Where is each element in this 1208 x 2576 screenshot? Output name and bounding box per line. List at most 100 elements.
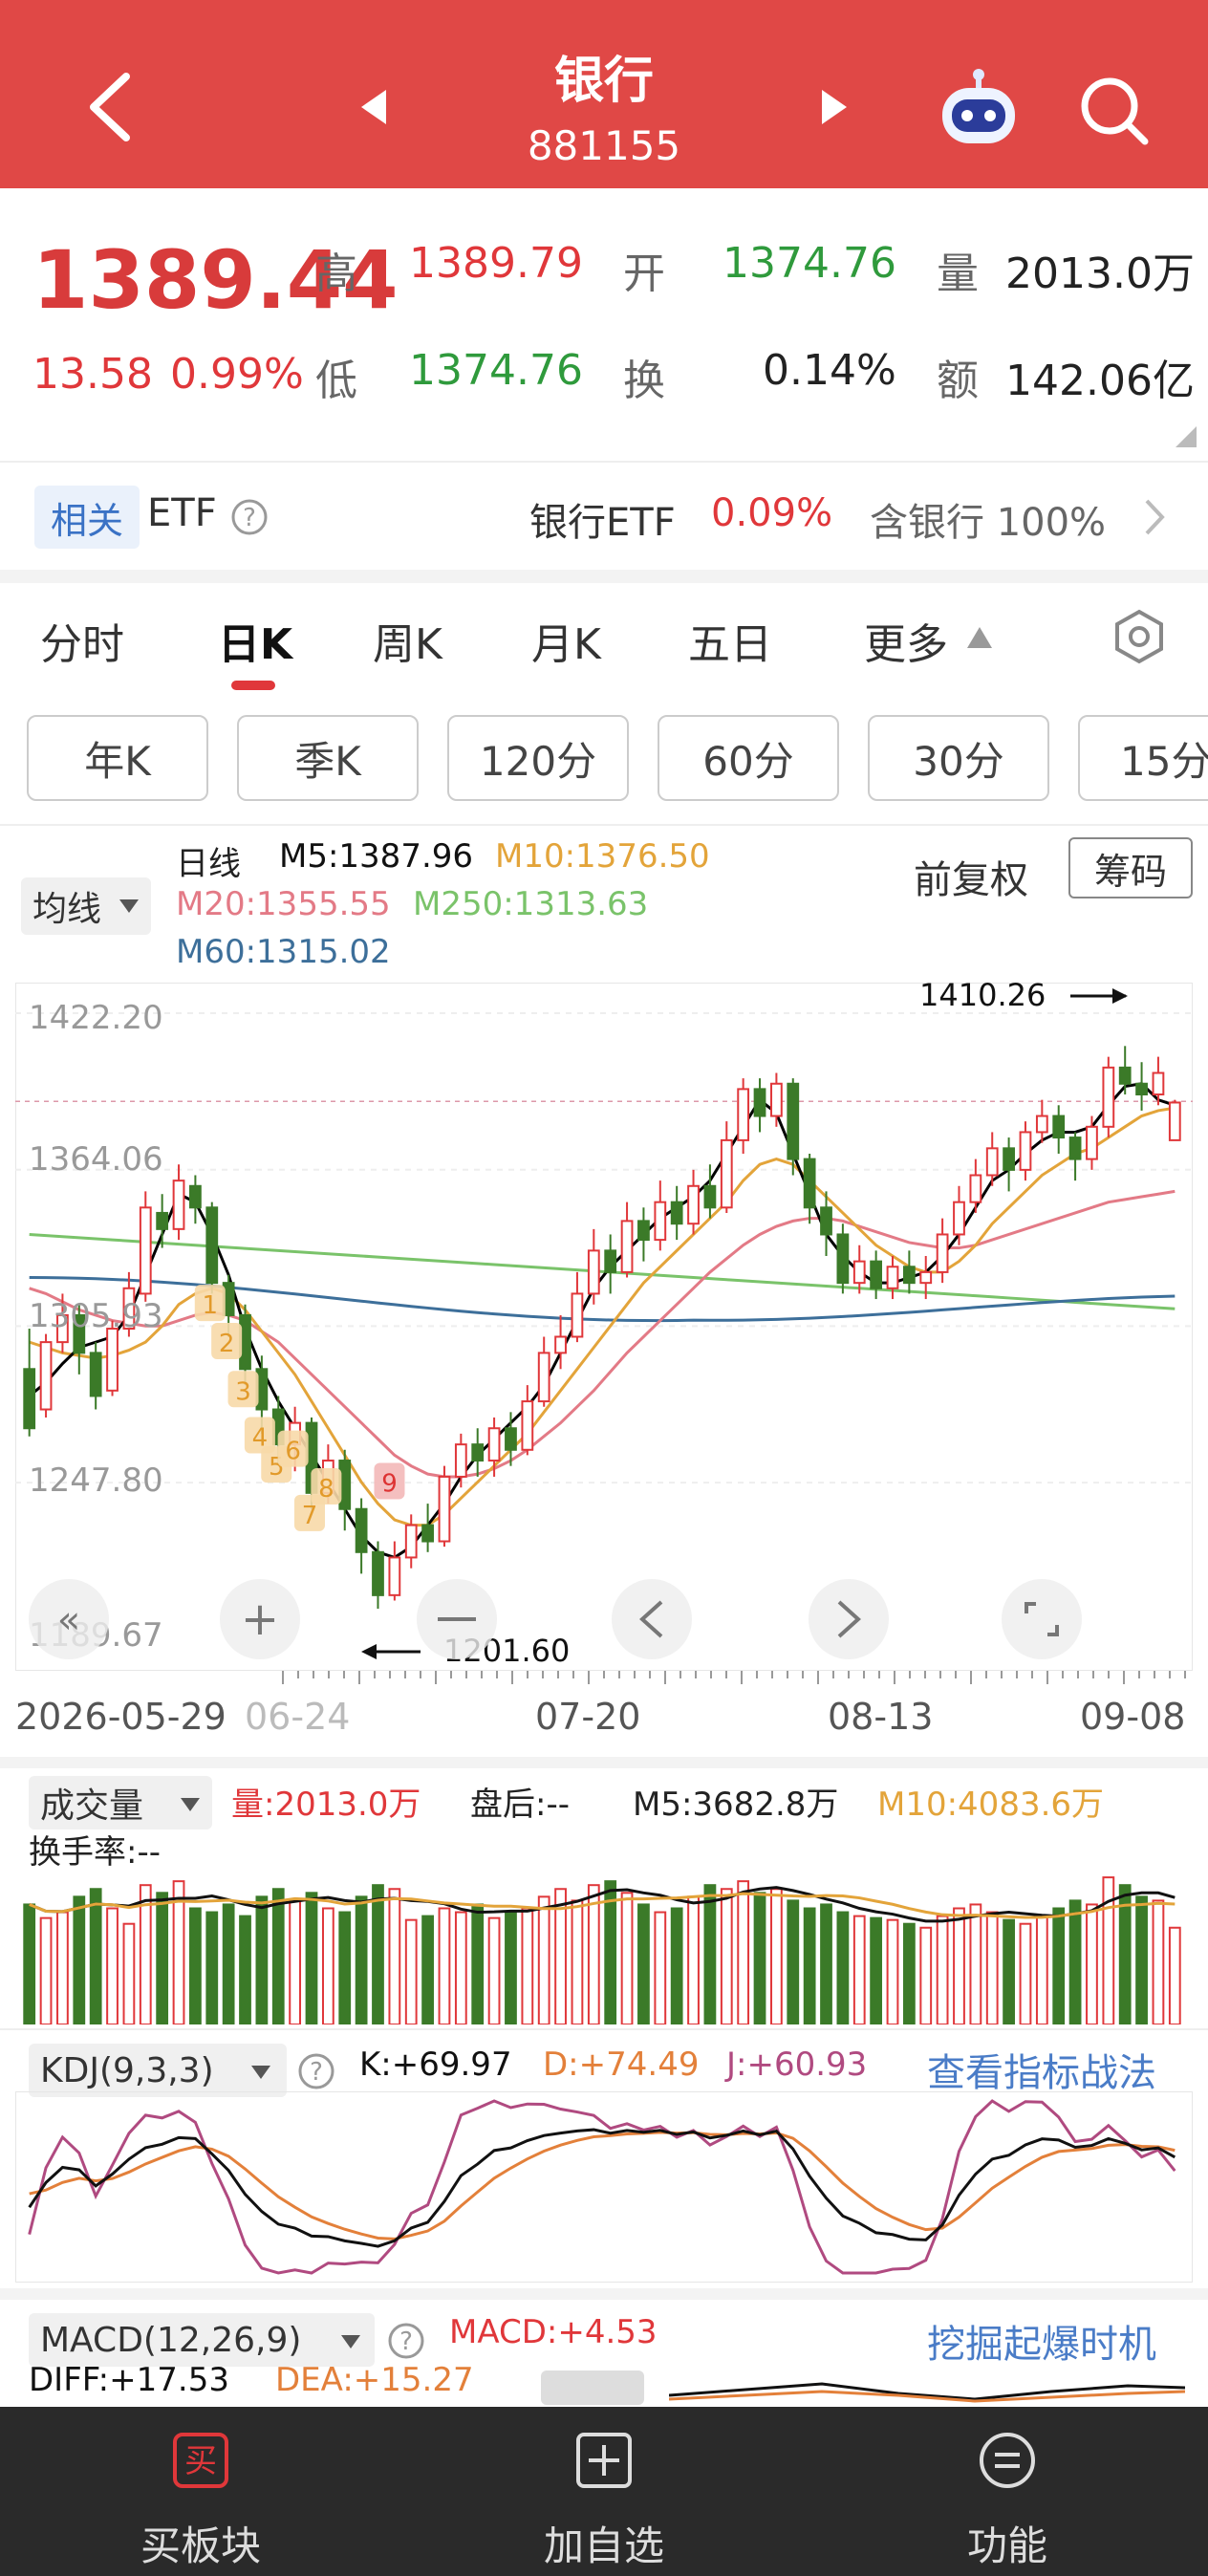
candle-body-32: [554, 1335, 567, 1354]
tab-monthly-k[interactable]: 月K: [531, 610, 601, 671]
nine-turn-signal-up: 9: [381, 1470, 398, 1499]
help-icon[interactable]: ?: [229, 497, 270, 537]
volume-bar-6: [122, 1922, 136, 2024]
volume-bar-59: [1003, 1918, 1015, 2024]
period-year-k[interactable]: 年K: [27, 715, 208, 801]
volume-bar-40: [687, 1895, 700, 2024]
volume-bar-23: [404, 1918, 418, 2024]
dropdown-icon: [251, 2066, 270, 2079]
menu-circle-icon: [980, 2433, 1035, 2488]
candle-body-64: [1086, 1125, 1098, 1160]
volume-bar-26: [454, 1911, 467, 2024]
chips-button[interactable]: 筹码: [1068, 837, 1193, 898]
related-tag: 相关: [34, 486, 140, 549]
kdj-k: K:+69.97: [359, 2046, 512, 2084]
tab-intraday[interactable]: 分时: [40, 610, 124, 671]
period-120min[interactable]: 120分: [447, 715, 629, 801]
tab-daily-k[interactable]: 日K: [218, 610, 292, 671]
candle-body-27: [471, 1443, 485, 1462]
volume-bar-25: [438, 1907, 451, 2024]
candle-body-57: [969, 1174, 982, 1203]
macd-explore-link[interactable]: 挖掘起爆时机: [927, 2313, 1156, 2369]
period-15min[interactable]: 15分: [1078, 715, 1208, 801]
volume-bar-3: [73, 1895, 86, 2024]
tab-weekly-k[interactable]: 周K: [373, 610, 442, 671]
candle-body-46: [787, 1082, 800, 1160]
zoom-out-button[interactable]: [417, 1579, 497, 1659]
volume-m5: M5:3682.8万: [633, 1786, 839, 1824]
nine-turn-signal-7: 7: [302, 1502, 318, 1530]
volume-bar-67: [1135, 1895, 1148, 2024]
volume-bar-45: [770, 1888, 783, 2024]
candle-body-1: [39, 1341, 53, 1411]
kdj-chart[interactable]: [15, 2091, 1193, 2283]
ma10-value: M10:1376.50: [495, 837, 710, 876]
candle-body-49: [836, 1233, 850, 1285]
volume-bar-20: [355, 1895, 368, 2024]
nine-turn-signal-6: 6: [285, 1438, 301, 1466]
settings-hex-icon[interactable]: [1111, 608, 1168, 665]
volume-bar-29: [505, 1911, 517, 2024]
kdj-strategy-link[interactable]: 查看指标战法: [927, 2042, 1156, 2097]
candle-body-35: [604, 1249, 617, 1273]
macd-selector[interactable]: MACD(12,26,9): [29, 2313, 375, 2367]
adjust-mode[interactable]: 前复权: [914, 849, 1028, 904]
period-60min[interactable]: 60分: [658, 715, 839, 801]
add-watchlist-button[interactable]: 加自选: [403, 2407, 805, 2576]
volume-bar-51: [870, 1916, 883, 2024]
volume-bar-37: [637, 1903, 650, 2024]
chevron-right-icon[interactable]: [1143, 497, 1166, 537]
min-arrowhead: [361, 1644, 377, 1659]
volume-bar-62: [1052, 1907, 1066, 2024]
functions-button[interactable]: 功能: [807, 2407, 1208, 2576]
candle-body-42: [720, 1138, 733, 1209]
candle-body-40: [687, 1184, 700, 1225]
etf-name[interactable]: 银行ETF: [529, 491, 676, 547]
prev-candle-button[interactable]: [612, 1579, 692, 1659]
next-candle-button[interactable]: [809, 1579, 889, 1659]
nine-turn-signal-1: 1: [202, 1291, 218, 1320]
period-quarter-k[interactable]: 季K: [237, 715, 419, 801]
volume-selector-label: 成交量: [40, 1786, 144, 1826]
kdj-selector[interactable]: KDJ(9,3,3): [29, 2044, 287, 2097]
tab-more[interactable]: 更多: [864, 610, 948, 671]
candle-body-68: [1152, 1072, 1165, 1096]
volume-bar-41: [703, 1884, 717, 2024]
high-label: 高: [315, 249, 357, 298]
tab-five-day[interactable]: 五日: [688, 610, 772, 671]
dropdown-icon: [181, 1798, 200, 1811]
kline-chart[interactable]: 12345678 9 1410.26 1201.60 1422.20 1364.0…: [15, 983, 1193, 1671]
zoom-in-button[interactable]: +: [220, 1579, 300, 1659]
volume-bar-1: [39, 1916, 53, 2024]
period-30min[interactable]: 30分: [868, 715, 1049, 801]
nine-turn-signal-8: 8: [318, 1475, 334, 1504]
volume-chart[interactable]: [15, 1864, 1193, 2024]
scroll-left-button[interactable]: «: [29, 1579, 109, 1659]
fullscreen-button[interactable]: [1002, 1579, 1082, 1659]
header-bar: 银行 881155: [0, 0, 1208, 188]
expand-corner-icon[interactable]: [1174, 426, 1197, 447]
candle-body-41: [703, 1184, 717, 1209]
x-tick-1: 06-24: [245, 1696, 351, 1738]
candle-body-26: [454, 1443, 467, 1478]
next-stock-icon[interactable]: [820, 88, 849, 126]
candle-body-66: [1118, 1066, 1132, 1085]
help-icon[interactable]: ?: [296, 2051, 336, 2091]
low-value: 1374.76: [409, 346, 583, 395]
help-icon[interactable]: ?: [386, 2321, 426, 2361]
buy-sector-label: 买板块: [140, 2522, 261, 2569]
low-label: 低: [315, 357, 357, 405]
macd-dea: DEA:+15.27: [275, 2361, 474, 2399]
candle-body-20: [355, 1507, 368, 1553]
divider: [0, 2028, 1208, 2030]
volume-bar-8: [156, 1892, 169, 2024]
buy-sector-button[interactable]: 买 买板块: [0, 2407, 401, 2576]
search-icon[interactable]: [1078, 75, 1151, 147]
robot-assistant-icon[interactable]: [935, 67, 1023, 147]
amount-value: 142.06亿: [1005, 357, 1195, 405]
candle-body-33: [571, 1292, 584, 1338]
volume-bar-68: [1152, 1899, 1165, 2024]
volume-bar-53: [902, 1922, 916, 2024]
macd-selector-label: MACD(12,26,9): [40, 2320, 302, 2360]
buy-icon: 买: [173, 2433, 228, 2488]
